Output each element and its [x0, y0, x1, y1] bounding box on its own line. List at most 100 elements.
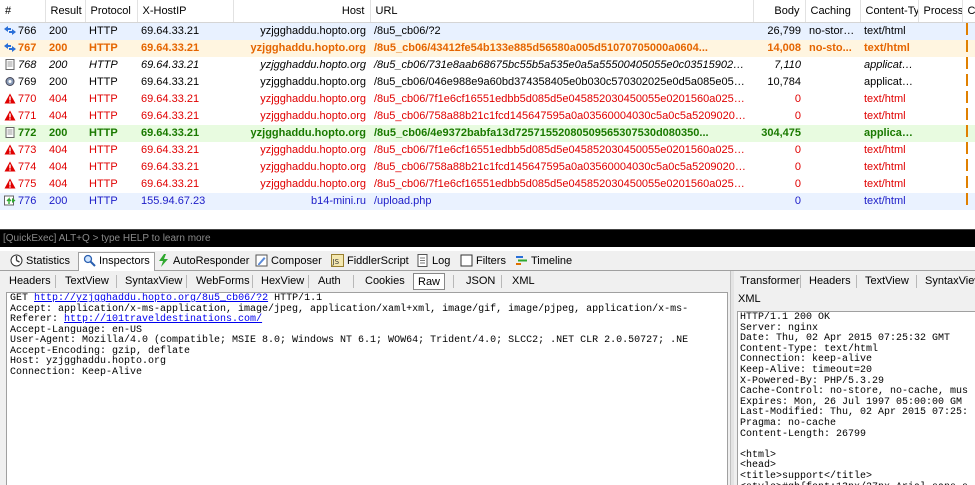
session-caching: [805, 125, 860, 142]
tab-fiddlerscript[interactable]: JS FiddlerScript: [327, 253, 413, 271]
request-tab-syntaxview[interactable]: SyntaxView: [121, 273, 186, 290]
session-number-cell: 769: [0, 74, 45, 91]
session-caching: [805, 142, 860, 159]
session-host-ip: 69.64.33.21: [141, 126, 200, 139]
session-result: 200: [49, 194, 68, 207]
tab-inspectors[interactable]: Inspectors: [78, 252, 155, 272]
fiddlerscript-icon: JS: [331, 254, 344, 267]
session-caching: [805, 108, 860, 125]
request-tab-auth[interactable]: Auth: [314, 273, 345, 290]
session-row[interactable]: 775 404 HTTP 69.64.33.21 yzjgghaddu.hopto.or…: [0, 175, 975, 193]
session-content-type: text/html: [864, 109, 906, 122]
column-num[interactable]: #: [0, 0, 46, 23]
session-list[interactable]: # Result Protocol X-HostIP Host URL Body…: [0, 0, 975, 229]
session-host-ip: 69.64.33.21: [141, 143, 200, 156]
session-caching: [805, 176, 860, 193]
response-tab-syntaxview[interactable]: SyntaxView: [921, 273, 975, 290]
session-row[interactable]: 771 404 HTTP 69.64.33.21 yzjgghaddu.hopto.or…: [0, 107, 975, 125]
request-raw-text[interactable]: GET http://yzjgghaddu.hopto.org/8u5_cb06…: [6, 292, 728, 485]
request-tab-textview[interactable]: TextView: [61, 273, 113, 290]
session-number-cell: 774: [0, 159, 45, 176]
request-method: GET: [10, 293, 29, 304]
session-row[interactable]: 767 200 HTTP 69.64.33.21 yzjgghaddu.hopto.or…: [0, 39, 975, 57]
session-content-type: text/html: [864, 92, 906, 105]
session-host: yzjgghaddu.hopto.org: [260, 58, 366, 71]
tab-separator: [186, 275, 187, 288]
session-comment: [962, 22, 975, 40]
session-row[interactable]: 776 200 HTTP 155.94.67.23 b14-mini.ru/upload…: [0, 192, 975, 210]
session-row[interactable]: 774 404 HTTP 69.64.33.21 yzjgghaddu.hopto.or…: [0, 158, 975, 176]
tab-log[interactable]: Log: [412, 253, 454, 271]
request-tab-hexview[interactable]: HexView: [257, 273, 308, 290]
session-row[interactable]: 769 200 HTTP 69.64.33.21 yzjgghaddu.hopto.or…: [0, 73, 975, 91]
row-marker: [966, 141, 969, 154]
accept-language-line: Accept-Language: en-US: [10, 324, 143, 336]
session-row[interactable]: 773 404 HTTP 69.64.33.21 yzjgghaddu.hopto.or…: [0, 141, 975, 159]
session-protocol: HTTP: [89, 194, 118, 207]
session-process: [918, 125, 962, 142]
session-content-type: text/html: [864, 24, 906, 37]
session-process: [918, 193, 962, 210]
session-host-ip: 155.94.67.23: [141, 194, 206, 207]
request-tab-cookies[interactable]: Cookies: [361, 273, 409, 290]
tab-autoresponder[interactable]: AutoResponder: [153, 253, 253, 271]
session-host: yzjgghaddu.hopto.org: [260, 109, 366, 122]
session-caching: no-sto...: [809, 41, 852, 54]
response-tab-textview[interactable]: TextView: [861, 273, 913, 290]
request-tab-headers[interactable]: Headers: [5, 273, 55, 290]
tab-filters[interactable]: Filters: [456, 253, 510, 271]
tab-log-label: Log: [432, 255, 451, 267]
request-url-link[interactable]: http://yzjgghaddu.hopto.org/8u5_cb06/?2: [34, 293, 268, 304]
request-tab-json[interactable]: JSON: [462, 273, 499, 290]
session-body-size: 0: [794, 92, 801, 105]
row-marker: [966, 39, 969, 52]
row-marker: [966, 158, 969, 171]
column-content-type[interactable]: Content-Type: [860, 0, 919, 23]
tab-composer-label: Composer: [271, 255, 322, 267]
session-row[interactable]: 766 200 HTTP 69.64.33.21 yzjgghaddu.hopto.or…: [0, 22, 975, 40]
column-protocol[interactable]: Protocol: [85, 0, 138, 23]
request-tab-xml[interactable]: XML: [508, 273, 539, 290]
response-inspector: Transformer Headers TextView SyntaxView …: [734, 271, 975, 485]
session-number-cell: 771: [0, 108, 45, 125]
response-raw-text[interactable]: HTTP/1.1 200 OK Server: nginx Date: Thu,…: [737, 311, 975, 485]
tab-statistics[interactable]: Statistics: [6, 253, 74, 271]
row-marker: [966, 192, 969, 205]
column-caching[interactable]: Caching: [805, 0, 861, 23]
session-caching: [805, 74, 860, 91]
session-row[interactable]: 770 404 HTTP 69.64.33.21 yzjgghaddu.hopto.or…: [0, 90, 975, 108]
session-result: 404: [49, 143, 68, 156]
response-tab-xml[interactable]: XML: [734, 291, 765, 308]
referer-link[interactable]: http://101traveldestinations.com/: [64, 314, 262, 325]
session-row[interactable]: 772 200 HTTP 69.64.33.21 yzjgghaddu.hopto.or…: [0, 124, 975, 142]
warning-icon: [4, 161, 16, 172]
column-result[interactable]: Result: [45, 0, 86, 23]
session-row[interactable]: 768 200 HTTP 69.64.33.21 yzjgghaddu.hopto.or…: [0, 56, 975, 74]
warning-icon: [4, 144, 16, 155]
column-xhostip[interactable]: X-HostIP: [137, 0, 234, 23]
session-host: yzjgghaddu.hopto.org: [260, 24, 366, 37]
column-body[interactable]: Body: [753, 0, 806, 23]
session-number-cell: 775: [0, 176, 45, 193]
session-result: 200: [49, 75, 68, 88]
session-comment: [962, 107, 975, 125]
column-host[interactable]: Host: [233, 0, 371, 23]
session-process: [918, 22, 962, 40]
session-comment: [962, 141, 975, 159]
session-protocol: HTTP: [89, 75, 118, 88]
session-host-ip: 69.64.33.21: [141, 109, 200, 122]
column-process[interactable]: Process: [918, 0, 963, 23]
session-url: /8u5_cb06/4e9372babfa13d7257155208050956…: [374, 126, 709, 139]
quickexec-input[interactable]: [QuickExec] ALT+Q > type HELP to learn m…: [0, 229, 975, 247]
request-tab-webforms[interactable]: WebForms: [192, 273, 254, 290]
composer-icon: [255, 254, 268, 267]
tab-timeline[interactable]: Timeline: [511, 253, 576, 271]
tab-composer[interactable]: Composer: [251, 253, 326, 271]
session-protocol: HTTP: [89, 41, 118, 54]
request-tab-raw[interactable]: Raw: [413, 273, 446, 290]
column-url[interactable]: URL: [370, 0, 754, 23]
session-number-cell: 776: [0, 193, 45, 210]
response-tab-transformer[interactable]: Transformer: [736, 273, 804, 290]
response-tab-headers[interactable]: Headers: [805, 273, 855, 290]
column-comments[interactable]: C: [962, 0, 975, 23]
